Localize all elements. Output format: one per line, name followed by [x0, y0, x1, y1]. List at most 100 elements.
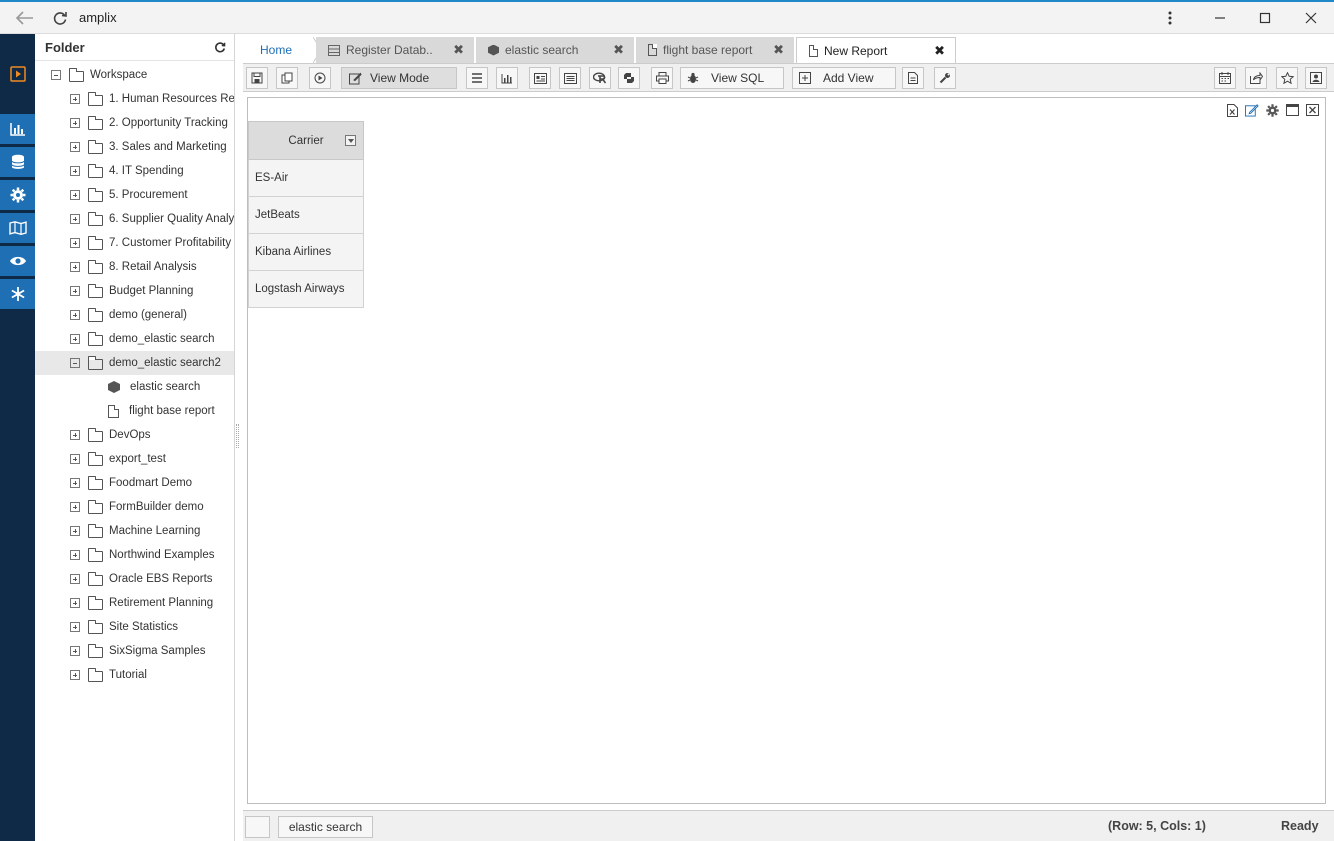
- grid-row-cell[interactable]: Logstash Airways: [248, 271, 364, 308]
- user-profile-button[interactable]: [1305, 67, 1327, 89]
- maximize-icon[interactable]: [1253, 2, 1277, 34]
- collapse-icon[interactable]: [51, 70, 61, 80]
- expand-icon[interactable]: [70, 670, 80, 680]
- grid-column-header[interactable]: Carrier: [248, 121, 364, 160]
- tab-elastic-search[interactable]: elastic search ✖: [476, 37, 634, 63]
- refresh-tree-icon[interactable]: [214, 41, 226, 56]
- list-view-button[interactable]: [466, 67, 488, 89]
- tree-item[interactable]: DevOps: [35, 423, 234, 447]
- tree-item[interactable]: demo (general): [35, 303, 234, 327]
- view-settings-gear-icon[interactable]: [1265, 103, 1279, 117]
- tree-item[interactable]: flight base report: [35, 399, 234, 423]
- tab-register-database[interactable]: Register Datab.. ✖: [316, 37, 474, 63]
- expand-icon[interactable]: [70, 598, 80, 608]
- tree-item[interactable]: Workspace: [35, 63, 234, 87]
- favorite-button[interactable]: [1276, 67, 1298, 89]
- add-view-button[interactable]: Add View: [792, 67, 896, 89]
- rail-map-icon[interactable]: [0, 213, 35, 243]
- minimize-icon[interactable]: [1208, 2, 1232, 34]
- view-mode-button[interactable]: View Mode: [341, 67, 457, 89]
- expand-icon[interactable]: [70, 574, 80, 584]
- close-tab-icon[interactable]: ✖: [613, 42, 624, 58]
- copy-button[interactable]: [276, 67, 298, 89]
- close-tab-icon[interactable]: ✖: [773, 42, 784, 58]
- excel-export-icon[interactable]: [1225, 103, 1239, 117]
- tree-item[interactable]: SixSigma Samples: [35, 639, 234, 663]
- expand-icon[interactable]: [70, 142, 80, 152]
- expand-icon[interactable]: [70, 190, 80, 200]
- python-script-button[interactable]: [618, 67, 640, 89]
- view-sql-button[interactable]: View SQL: [680, 67, 784, 89]
- card-view-button[interactable]: [529, 67, 551, 89]
- expand-icon[interactable]: [70, 166, 80, 176]
- tree-item[interactable]: export_test: [35, 447, 234, 471]
- expand-icon[interactable]: [70, 454, 80, 464]
- expand-icon[interactable]: [70, 550, 80, 560]
- tree-item[interactable]: 8. Retail Analysis: [35, 255, 234, 279]
- dropdown-toggle-icon[interactable]: [345, 135, 356, 146]
- table-view-button[interactable]: [559, 67, 581, 89]
- tree-item[interactable]: 2. Opportunity Tracking: [35, 111, 234, 135]
- save-button[interactable]: [246, 67, 268, 89]
- tab-home[interactable]: Home: [243, 37, 322, 63]
- tree-item[interactable]: Retirement Planning: [35, 591, 234, 615]
- expand-icon[interactable]: [70, 478, 80, 488]
- grid-row-cell[interactable]: JetBeats: [248, 197, 364, 234]
- expand-icon[interactable]: [70, 118, 80, 128]
- tree-item[interactable]: 6. Supplier Quality Analy: [35, 207, 234, 231]
- maximize-view-icon[interactable]: [1285, 103, 1299, 117]
- collapse-icon[interactable]: [70, 358, 80, 368]
- settings-wrench-button[interactable]: [934, 67, 956, 89]
- close-tab-icon[interactable]: ✖: [934, 43, 945, 59]
- tree-item[interactable]: FormBuilder demo: [35, 495, 234, 519]
- rail-database-icon[interactable]: [0, 147, 35, 177]
- panel-splitter[interactable]: [236, 424, 239, 448]
- tree-item[interactable]: Budget Planning: [35, 279, 234, 303]
- expand-icon[interactable]: [70, 646, 80, 656]
- edit-view-icon[interactable]: [1245, 103, 1259, 117]
- grid-row-cell[interactable]: Kibana Airlines: [248, 234, 364, 271]
- rail-eye-icon[interactable]: [0, 246, 35, 276]
- refresh-icon[interactable]: [47, 2, 73, 34]
- expand-icon[interactable]: [70, 526, 80, 536]
- expand-icon[interactable]: [70, 262, 80, 272]
- tab-flight-base-report[interactable]: flight base report ✖: [636, 37, 794, 63]
- tab-new-report[interactable]: New Report ✖: [796, 37, 956, 63]
- tree-item[interactable]: 3. Sales and Marketing: [35, 135, 234, 159]
- tree-item[interactable]: 7. Customer Profitability: [35, 231, 234, 255]
- r-script-button[interactable]: [589, 67, 611, 89]
- tree-item[interactable]: Northwind Examples: [35, 543, 234, 567]
- kebab-menu-icon[interactable]: [1160, 2, 1180, 34]
- rail-play-icon[interactable]: [0, 59, 35, 89]
- grid-row-cell[interactable]: ES-Air: [248, 160, 364, 197]
- print-button[interactable]: [651, 67, 673, 89]
- tree-item[interactable]: Foodmart Demo: [35, 471, 234, 495]
- tree-item[interactable]: demo_elastic search2: [35, 351, 234, 375]
- expand-icon[interactable]: [70, 334, 80, 344]
- chart-view-button[interactable]: [496, 67, 518, 89]
- expand-icon[interactable]: [70, 238, 80, 248]
- close-view-icon[interactable]: [1305, 103, 1319, 117]
- rail-gear-icon[interactable]: [0, 180, 35, 210]
- tree-item[interactable]: 5. Procurement: [35, 183, 234, 207]
- tree-item[interactable]: 4. IT Spending: [35, 159, 234, 183]
- status-blank-button[interactable]: [245, 816, 270, 838]
- rail-snowflake-icon[interactable]: [0, 279, 35, 309]
- tree-item[interactable]: Oracle EBS Reports: [35, 567, 234, 591]
- expand-icon[interactable]: [70, 310, 80, 320]
- close-window-icon[interactable]: [1299, 2, 1323, 34]
- close-tab-icon[interactable]: ✖: [453, 42, 464, 58]
- back-icon[interactable]: [12, 2, 38, 34]
- data-source-button[interactable]: elastic search: [278, 816, 373, 838]
- expand-icon[interactable]: [70, 94, 80, 104]
- tree-item[interactable]: Machine Learning: [35, 519, 234, 543]
- share-button[interactable]: [1245, 67, 1267, 89]
- tree-item[interactable]: Tutorial: [35, 663, 234, 687]
- rail-chart-icon[interactable]: [0, 114, 35, 144]
- tree-item[interactable]: 1. Human Resources Rep: [35, 87, 234, 111]
- expand-icon[interactable]: [70, 214, 80, 224]
- expand-icon[interactable]: [70, 622, 80, 632]
- tree-item[interactable]: Site Statistics: [35, 615, 234, 639]
- document-button[interactable]: [902, 67, 924, 89]
- tree-item[interactable]: demo_elastic search: [35, 327, 234, 351]
